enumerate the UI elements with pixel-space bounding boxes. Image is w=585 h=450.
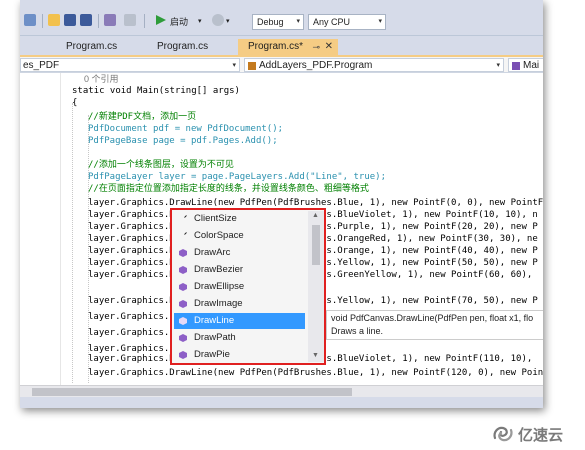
pin-icon[interactable]: ⊸ — [312, 39, 320, 55]
brand-logo-icon — [493, 426, 513, 442]
refresh-icon[interactable] — [212, 14, 224, 26]
intellisense-popup[interactable]: ClientSize ColorSpace DrawArc DrawBezier… — [170, 208, 326, 365]
scrollbar-thumb[interactable] — [312, 225, 320, 265]
save-all-icon[interactable] — [80, 14, 92, 26]
completion-label: DrawEllipse — [194, 281, 245, 292]
class-icon — [248, 62, 256, 70]
toolbar-separator — [144, 14, 145, 28]
method-icon — [179, 334, 187, 342]
code-comment: //新建PDF文档，添加一页 — [88, 112, 197, 122]
project-value: es_PDF — [23, 60, 60, 71]
status-bar — [20, 397, 543, 408]
completion-item[interactable]: DrawImage — [174, 296, 305, 312]
scroll-down-icon[interactable]: ▼ — [312, 352, 319, 359]
completion-item-selected[interactable]: DrawLine — [174, 313, 305, 329]
completion-label: DrawImage — [194, 298, 243, 309]
completion-label: ClientSize — [194, 213, 237, 224]
watermark-text: 亿速云 — [518, 426, 564, 444]
method-icon — [179, 317, 187, 325]
method-icon — [179, 249, 187, 257]
tab-program-cs-2[interactable]: Program.cs — [147, 39, 237, 55]
completion-item[interactable]: ColorSpace — [174, 228, 305, 244]
code-line: layer.Graphics.DrawLine(new PdfPen(PdfBr… — [88, 368, 543, 378]
close-icon[interactable]: ✕ — [325, 39, 333, 55]
tab-program-cs-1[interactable]: Program.cs — [56, 39, 144, 55]
open-folder-icon[interactable] — [48, 14, 60, 26]
completion-item[interactable]: ClientSize — [174, 211, 305, 227]
start-play-icon[interactable] — [156, 15, 166, 25]
watermark: 亿速云 — [492, 424, 578, 444]
completion-label: DrawPie — [194, 349, 230, 360]
chevron-down-icon: ▾ — [378, 18, 382, 25]
horizontal-scrollbar[interactable] — [20, 385, 543, 397]
wrench-icon — [179, 215, 187, 223]
scrollbar-thumb[interactable] — [32, 388, 352, 396]
method-icon — [512, 62, 520, 70]
member-select[interactable]: Mai — [508, 58, 543, 72]
tab-program-cs-active[interactable]: Program.cs* ⊸ ✕ — [238, 39, 338, 55]
nav-back-icon[interactable] — [24, 14, 36, 26]
save-icon[interactable] — [64, 14, 76, 26]
platform-value: Any CPU — [313, 17, 351, 27]
popup-scrollbar[interactable]: ▲ ▼ — [308, 211, 324, 362]
chevron-down-icon[interactable]: ▾ — [198, 15, 202, 29]
tab-label: Program.cs — [66, 41, 118, 52]
gutter-divider — [60, 73, 61, 385]
code-line: PdfPageLayer layer = page.PageLayers.Add… — [88, 172, 387, 182]
code-line: { — [72, 98, 78, 108]
toolbar-separator — [42, 14, 43, 28]
toolbar-separator — [98, 14, 99, 28]
toolbar: 启动 ▾ ▾ Debug ▾ Any CPU ▾ — [20, 0, 543, 36]
completion-label: DrawPath — [194, 332, 236, 343]
method-icon — [179, 266, 187, 274]
indent-guide — [72, 103, 73, 383]
undo-icon[interactable] — [104, 14, 116, 26]
wrench-icon — [179, 232, 187, 240]
platform-select[interactable]: Any CPU ▾ — [308, 14, 386, 30]
code-comment: //添加一个线条图层，设置为不可见 — [88, 160, 234, 170]
code-line: PdfPageBase page = pdf.Pages.Add(); — [88, 136, 278, 146]
method-icon — [179, 300, 187, 308]
configuration-value: Debug — [257, 17, 284, 27]
chevron-down-icon: ▾ — [296, 18, 300, 25]
class-select[interactable]: AddLayers_PDF.Program ▾ — [244, 58, 504, 72]
scroll-up-icon[interactable]: ▲ — [312, 212, 319, 219]
start-button[interactable]: 启动 — [170, 15, 188, 29]
completion-item[interactable]: DrawBezier — [174, 262, 305, 278]
class-value: AddLayers_PDF.Program — [259, 60, 373, 71]
completion-item[interactable]: DrawPath — [174, 330, 305, 346]
tab-label: Program.cs* — [248, 41, 304, 52]
completion-item[interactable]: DrawArc — [174, 245, 305, 261]
code-line: PdfDocument pdf = new PdfDocument(); — [88, 124, 284, 134]
completion-label: DrawLine — [194, 315, 235, 326]
configuration-select[interactable]: Debug ▾ — [252, 14, 304, 30]
chevron-down-icon: ▾ — [496, 62, 500, 69]
chevron-down-icon: ▾ — [232, 62, 236, 69]
redo-icon[interactable] — [124, 14, 136, 26]
completion-label: DrawArc — [194, 247, 231, 258]
navigation-bar: es_PDF ▾ AddLayers_PDF.Program ▾ Mai — [20, 55, 543, 73]
code-line: static void Main(string[] args) — [72, 86, 240, 96]
project-select[interactable]: es_PDF ▾ — [20, 58, 240, 72]
reference-count[interactable]: 0 个引用 — [84, 74, 119, 84]
completion-label: DrawBezier — [194, 264, 244, 275]
completion-item[interactable]: DrawEllipse — [174, 279, 305, 295]
document-tabs: Program.cs Program.cs Program.cs* ⊸ ✕ — [20, 36, 543, 55]
method-icon — [179, 351, 187, 359]
code-comment: //在页面指定位置添加指定长度的线条，并设置线条颜色、粗细等格式 — [88, 184, 369, 194]
member-value: Mai — [523, 60, 540, 71]
tab-label: Program.cs — [157, 41, 209, 52]
code-line: 0 个引用 — [84, 73, 543, 85]
ide-window: 启动 ▾ ▾ Debug ▾ Any CPU ▾ Program.cs Prog… — [20, 0, 543, 408]
completion-item[interactable]: DrawPie — [174, 347, 305, 363]
chevron-down-icon[interactable]: ▾ — [226, 15, 230, 29]
quickinfo-tooltip: void PdfCanvas.DrawLine(PdfPen pen, floa… — [326, 310, 543, 340]
method-icon — [179, 283, 187, 291]
completion-label: ColorSpace — [194, 230, 244, 241]
tooltip-signature: void PdfCanvas.DrawLine(PdfPen pen, floa… — [331, 313, 534, 323]
tooltip-description: Draws a line. — [331, 326, 384, 336]
